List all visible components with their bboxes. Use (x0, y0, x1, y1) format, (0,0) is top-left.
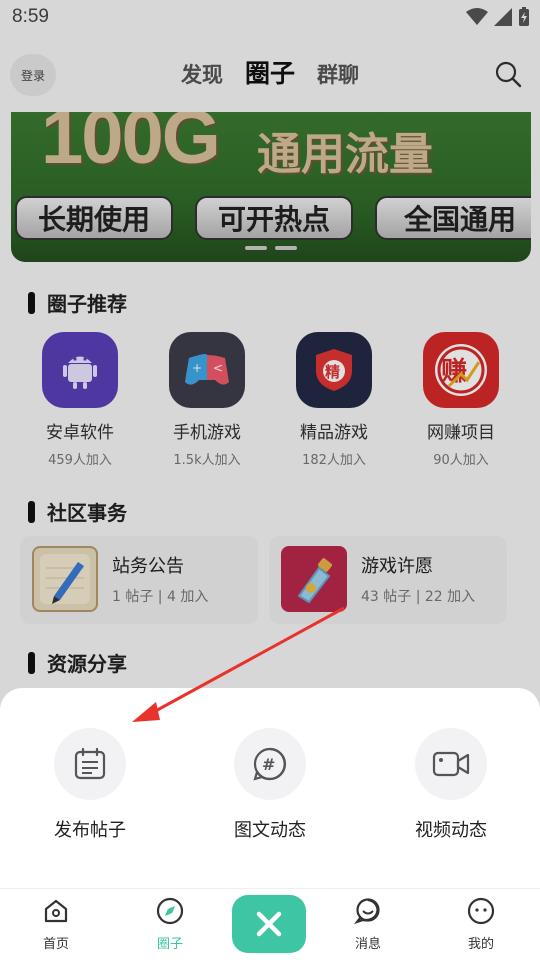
nav-item-profile[interactable]: 我的 (441, 897, 521, 952)
post-icon (54, 728, 126, 800)
video-post-button[interactable]: 视频动态 (381, 728, 521, 842)
hashtag-icon: # (234, 728, 306, 800)
close-create-button[interactable] (232, 895, 306, 953)
image-post-button[interactable]: # 图文动态 (200, 728, 340, 842)
profile-icon (467, 897, 495, 925)
home-icon (44, 899, 68, 923)
nav-item-messages[interactable]: 消息 (328, 897, 408, 952)
nav-item-circles[interactable]: 圈子 (130, 897, 210, 952)
video-icon (415, 728, 487, 800)
close-icon (256, 911, 282, 937)
compass-icon (156, 897, 184, 925)
nav-item-home[interactable]: 首页 (16, 897, 96, 952)
create-sheet: 发布帖子 # 图文动态 视频动态 (0, 688, 540, 888)
bottom-nav: 首页 圈子 消息 我的 (0, 888, 540, 960)
message-icon (354, 898, 380, 925)
svg-text:#: # (262, 755, 275, 774)
publish-post-button[interactable]: 发布帖子 (20, 728, 160, 842)
